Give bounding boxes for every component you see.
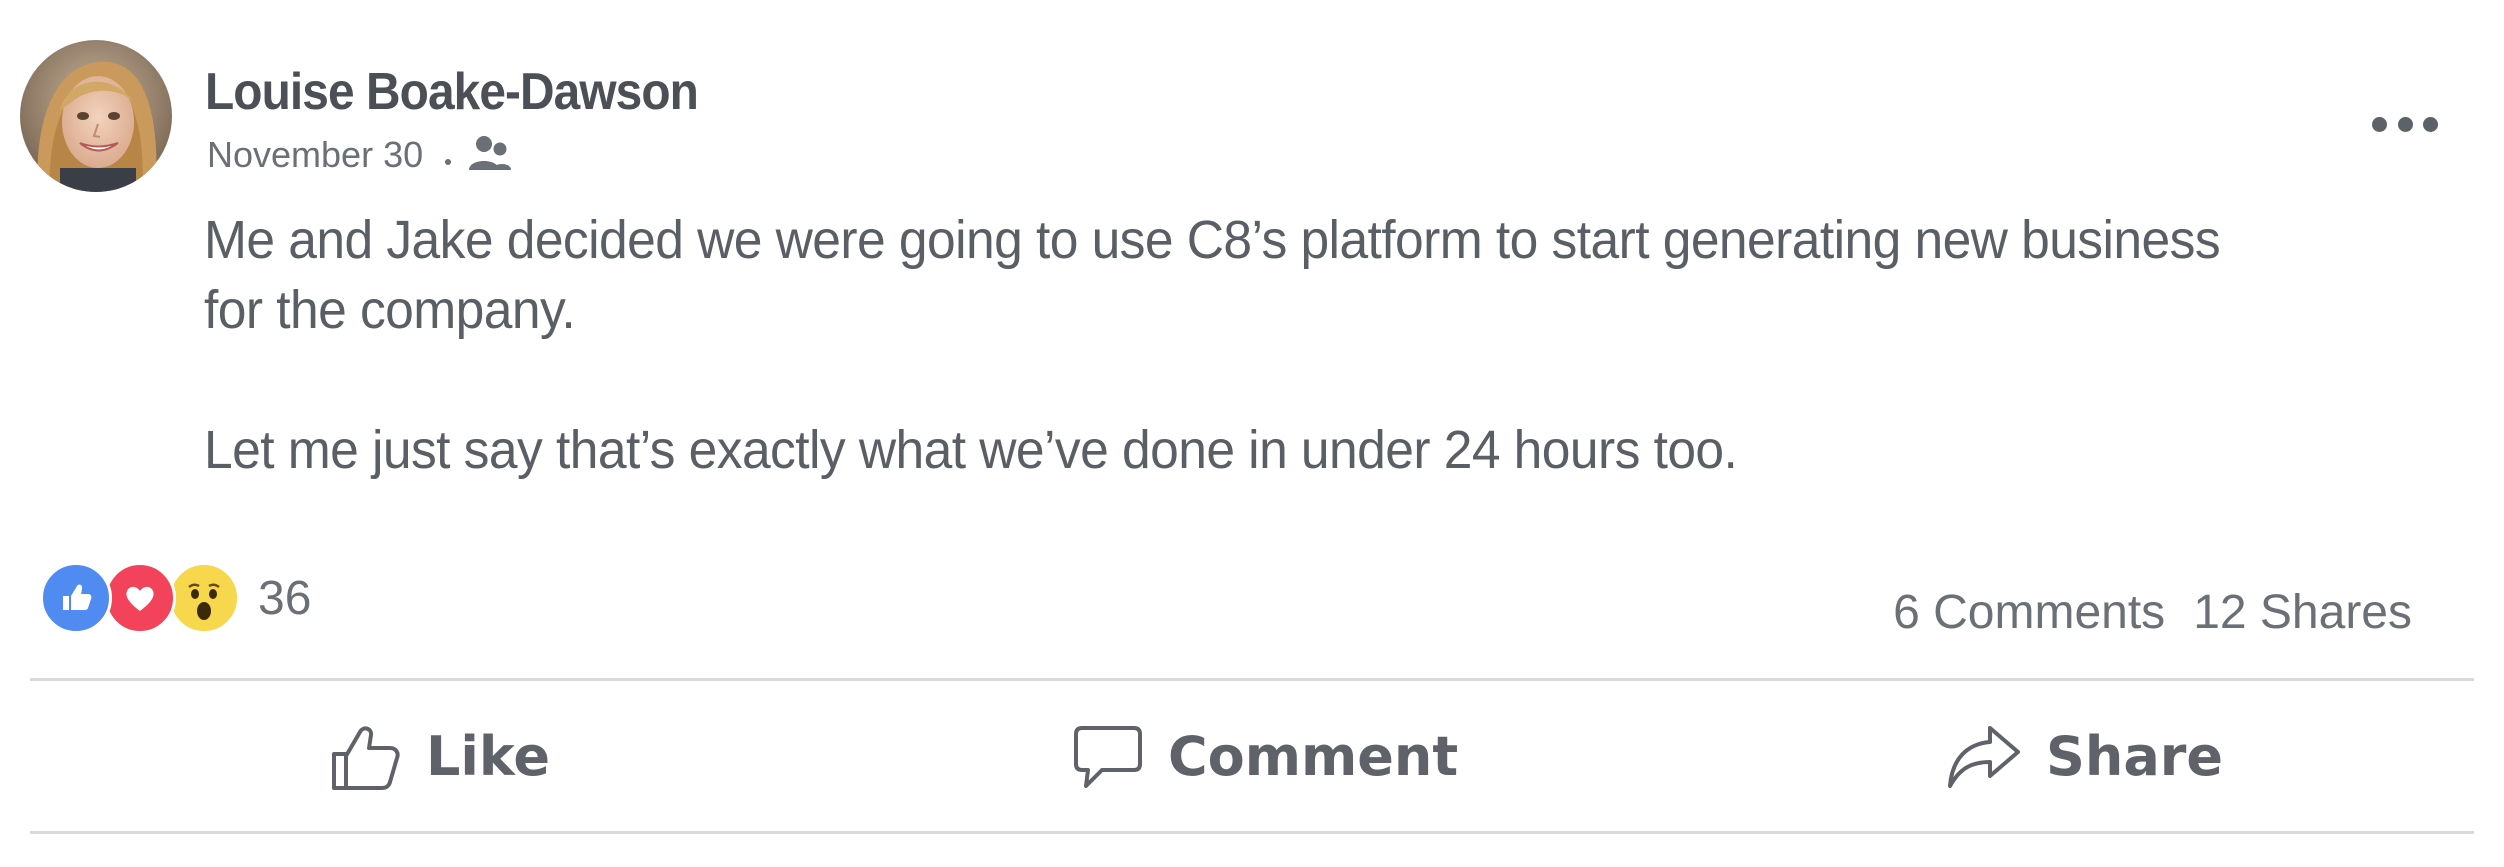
like-reaction-icon	[40, 562, 112, 634]
like-label: Like	[426, 724, 551, 788]
divider	[30, 831, 2474, 834]
like-button[interactable]: Like	[330, 716, 550, 796]
shares-count-link[interactable]: 12 Shares	[2193, 585, 2412, 640]
reaction-count: 36	[258, 571, 312, 625]
love-reaction-icon	[104, 562, 176, 634]
share-arrow-icon	[1948, 726, 2020, 788]
avatar-image	[20, 40, 172, 192]
author-name[interactable]: Louise Boake-Dawson	[205, 62, 699, 122]
more-dot	[2372, 116, 2387, 132]
engagement-stats: 6 Comments 12 Shares	[1893, 585, 2412, 640]
comment-label: Comment	[1168, 724, 1459, 788]
post-body: Me and Jake decided we were going to use…	[204, 205, 2267, 485]
post-meta: November 30	[207, 132, 513, 178]
share-button[interactable]: Share	[1946, 716, 2223, 796]
more-options-icon[interactable]	[2372, 110, 2438, 138]
more-dot	[2397, 116, 2413, 132]
more-dot	[2423, 116, 2438, 132]
share-label: Share	[2046, 724, 2224, 788]
meta-separator	[445, 159, 452, 165]
post-date[interactable]: November 30	[207, 134, 423, 176]
comments-count-link[interactable]: 6 Comments	[1893, 585, 2165, 640]
wow-reaction-icon	[168, 562, 240, 634]
friends-icon[interactable]	[467, 132, 513, 178]
comment-button[interactable]: Comment	[1072, 716, 1458, 796]
divider	[30, 678, 2474, 681]
post-body-line: Me and Jake decided we were going to use…	[204, 210, 2221, 270]
avatar[interactable]	[20, 40, 172, 192]
post-body-line: for the company.	[204, 280, 576, 340]
speech-bubble-icon	[1074, 726, 1142, 788]
thumbs-up-icon	[332, 726, 400, 790]
reactions-summary[interactable]: 36	[40, 562, 311, 634]
post-body-line: Let me just say that’s exactly what we’v…	[204, 420, 1738, 480]
post-card: Louise Boake-Dawson November 30 Me and J…	[0, 0, 2504, 867]
